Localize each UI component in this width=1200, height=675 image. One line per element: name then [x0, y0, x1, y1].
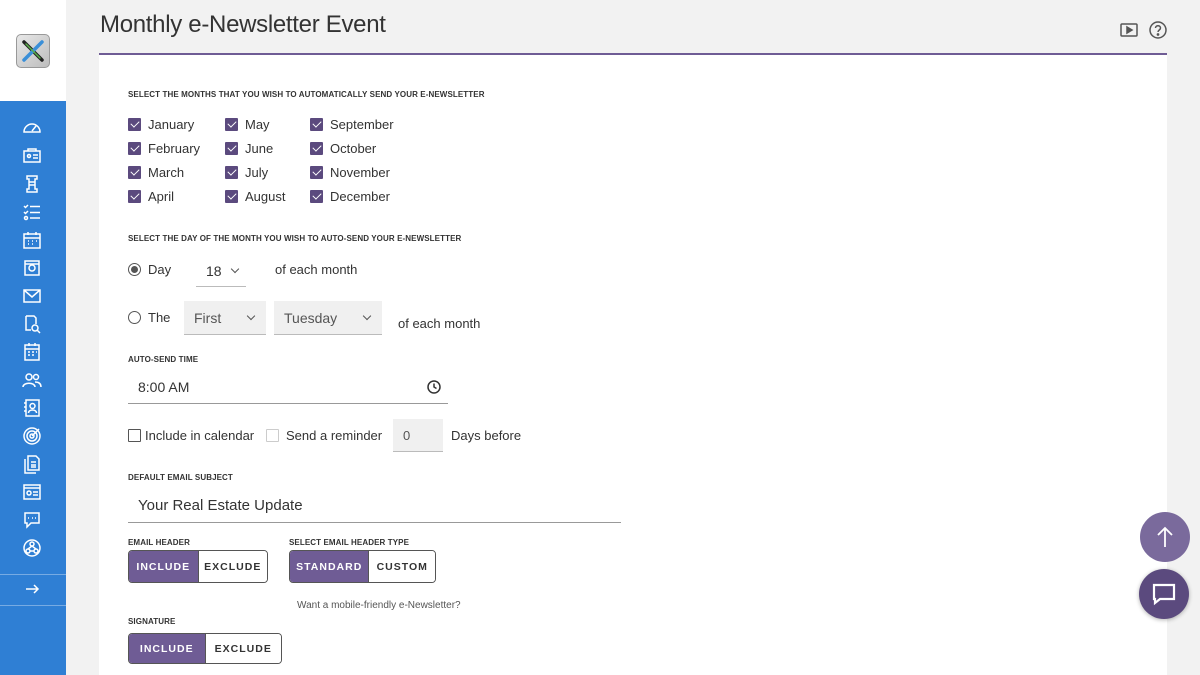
contact-card-icon[interactable] [21, 398, 43, 418]
email-header-exclude-button[interactable]: EXCLUDE [197, 551, 267, 582]
clock-icon[interactable] [427, 380, 441, 397]
header-type-label: SELECT EMAIL HEADER TYPE [289, 538, 410, 547]
signature-toggle: INCLUDE EXCLUDE [128, 633, 282, 664]
network-icon[interactable] [21, 538, 43, 558]
chevron-down-icon [230, 264, 239, 273]
photo-icon[interactable] [21, 258, 43, 278]
logo-area [0, 0, 66, 101]
month-checkbox-march[interactable]: March [128, 165, 184, 180]
signature-include-button[interactable]: INCLUDE [129, 634, 205, 663]
help-icon[interactable] [1148, 20, 1168, 40]
header-type-toggle: STANDARD CUSTOM [289, 550, 436, 583]
scroll-to-top-button[interactable] [1140, 512, 1190, 562]
arrow-right-icon[interactable] [21, 579, 43, 599]
video-icon[interactable] [1119, 20, 1139, 40]
chevron-down-icon [362, 311, 372, 320]
checkbox[interactable] [128, 429, 141, 442]
weekday-select[interactable]: Tuesday [274, 301, 382, 335]
auto-send-time-input[interactable]: 8:00 AM [128, 371, 448, 404]
include-in-calendar-checkbox[interactable]: Include in calendar [128, 428, 254, 443]
month-checkbox-february[interactable]: February [128, 141, 200, 156]
month-checkbox-september[interactable]: September [310, 117, 394, 132]
checkbox[interactable] [225, 190, 238, 203]
title-bar: Monthly e-Newsletter Event [67, 0, 1200, 54]
email-header-include-button[interactable]: INCLUDE [129, 551, 198, 582]
app-logo[interactable] [16, 33, 50, 68]
send-reminder-checkbox[interactable]: Send a reminder [266, 428, 382, 443]
checkbox[interactable] [310, 166, 323, 179]
nav-divider [0, 605, 66, 606]
form-content: SELECT THE MONTHS THAT YOU WISH TO AUTOM… [99, 55, 1167, 675]
checkbox[interactable] [310, 190, 323, 203]
day-radio[interactable]: Day [128, 262, 171, 277]
sidebar [0, 0, 66, 675]
checkbox[interactable] [266, 429, 279, 442]
month-checkbox-july[interactable]: July [225, 165, 268, 180]
checkbox[interactable] [128, 190, 141, 203]
checkbox[interactable] [128, 142, 141, 155]
checkbox[interactable] [225, 142, 238, 155]
chat-icon [1152, 583, 1176, 606]
month-checkbox-april[interactable]: April [128, 189, 174, 204]
email-header-label: EMAIL HEADER [128, 538, 190, 547]
chat-bubble-icon[interactable] [21, 510, 43, 530]
radio-button[interactable] [128, 311, 141, 324]
of-each-month-text: of each month [275, 262, 358, 277]
tower-icon[interactable] [21, 174, 43, 194]
page-title: Monthly e-Newsletter Event [100, 11, 386, 38]
checkbox[interactable] [128, 118, 141, 131]
checkbox[interactable] [310, 118, 323, 131]
chat-button[interactable] [1139, 569, 1189, 619]
day-section-label: SELECT THE DAY OF THE MONTH YOU WISH TO … [128, 234, 462, 243]
day-select[interactable]: 18 [196, 255, 246, 287]
header-type-standard-button[interactable]: STANDARD [290, 551, 369, 582]
chevron-down-icon [246, 311, 256, 320]
month-checkbox-december[interactable]: December [310, 189, 390, 204]
month-checkbox-october[interactable]: October [310, 141, 376, 156]
id-card-icon[interactable] [21, 482, 43, 502]
header-type-custom-button[interactable]: CUSTOM [368, 551, 435, 582]
checkbox[interactable] [225, 166, 238, 179]
search-doc-icon[interactable] [21, 314, 43, 334]
auto-send-time-label: AUTO-SEND TIME [128, 355, 199, 364]
radio-button[interactable] [128, 263, 141, 276]
mail-icon[interactable] [21, 286, 43, 306]
month-checkbox-november[interactable]: November [310, 165, 390, 180]
sidebar-nav [0, 101, 66, 675]
documents-icon[interactable] [21, 454, 43, 474]
months-section-label: SELECT THE MONTHS THAT YOU WISH TO AUTOM… [128, 90, 485, 99]
reminder-days-input[interactable]: 0 [393, 419, 443, 452]
nav-divider [0, 574, 66, 575]
contacts-icon[interactable] [21, 146, 43, 166]
signature-label: SIGNATURE [128, 617, 176, 626]
checkbox[interactable] [225, 118, 238, 131]
mobile-friendly-link[interactable]: Want a mobile-friendly e-Newsletter? [297, 600, 461, 611]
month-checkbox-january[interactable]: January [128, 117, 194, 132]
checkbox[interactable] [128, 166, 141, 179]
days-before-text: Days before [451, 428, 522, 443]
ordinal-select[interactable]: First [184, 301, 266, 335]
month-checkbox-may[interactable]: May [225, 117, 270, 132]
email-header-toggle: INCLUDE EXCLUDE [128, 550, 268, 583]
month-checkbox-june[interactable]: June [225, 141, 273, 156]
schedule-icon[interactable] [21, 342, 43, 362]
email-subject-label: DEFAULT EMAIL SUBJECT [128, 473, 233, 482]
list-icon[interactable] [21, 202, 43, 222]
calendar-icon[interactable] [21, 230, 43, 250]
dashboard-icon[interactable] [21, 118, 43, 138]
checkbox[interactable] [310, 142, 323, 155]
email-subject-input[interactable]: Your Real Estate Update [128, 489, 621, 523]
the-radio[interactable]: The [128, 310, 170, 325]
of-each-month-text-2: of each month [398, 316, 481, 331]
arrow-up-icon [1157, 526, 1173, 547]
month-checkbox-august[interactable]: August [225, 189, 285, 204]
signature-exclude-button[interactable]: EXCLUDE [204, 634, 281, 663]
people-icon[interactable] [21, 370, 43, 390]
target-icon[interactable] [21, 426, 43, 446]
